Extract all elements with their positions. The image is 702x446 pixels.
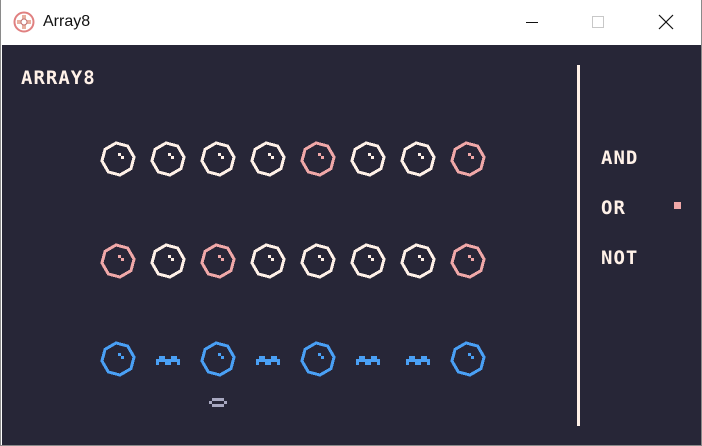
cell-grid <box>100 141 487 378</box>
output-bit-cell[interactable] <box>200 341 237 378</box>
operation-and[interactable]: AND <box>601 147 638 169</box>
maximize-button[interactable] <box>575 0 621 45</box>
output-wave-cell[interactable] <box>356 356 380 365</box>
maximize-icon <box>592 16 604 28</box>
operation-or[interactable]: OR <box>601 197 681 219</box>
minimize-button[interactable] <box>509 0 555 45</box>
input-bit-cell[interactable] <box>150 243 187 280</box>
operation-menu: AND OR NOT <box>601 147 681 269</box>
row-input-b <box>100 243 487 280</box>
output-bit-cell[interactable] <box>100 341 137 378</box>
input-bit-cell[interactable] <box>300 243 337 280</box>
input-bit-cell[interactable] <box>400 141 437 178</box>
output-wave-cell[interactable] <box>156 356 180 365</box>
input-bit-cell[interactable] <box>450 141 487 178</box>
minimize-icon <box>526 22 538 23</box>
input-bit-cell[interactable] <box>400 243 437 280</box>
input-bit-cell[interactable] <box>200 243 237 280</box>
column-cursor <box>209 398 227 407</box>
output-bit-cell[interactable] <box>450 341 487 378</box>
game-canvas[interactable]: ARRAY8 AND OR NOT <box>2 45 701 445</box>
close-button[interactable] <box>643 0 689 45</box>
app-window: Array8 ARRAY8 AND OR NOT <box>0 0 702 446</box>
input-bit-cell[interactable] <box>300 141 337 178</box>
game-heading: ARRAY8 <box>21 67 96 89</box>
title-bar[interactable]: Array8 <box>1 0 701 45</box>
selection-marker <box>674 202 681 209</box>
input-bit-cell[interactable] <box>100 243 137 280</box>
operation-not[interactable]: NOT <box>601 247 638 269</box>
input-bit-cell[interactable] <box>350 141 387 178</box>
operation-label: OR <box>601 197 626 219</box>
input-bit-cell[interactable] <box>200 141 237 178</box>
pico8-cart-icon <box>13 11 35 33</box>
window-title: Array8 <box>43 13 91 30</box>
row-input-a <box>100 141 487 178</box>
input-bit-cell[interactable] <box>350 243 387 280</box>
input-bit-cell[interactable] <box>100 141 137 178</box>
game-scene[interactable]: ARRAY8 AND OR NOT <box>2 45 701 445</box>
panel-divider <box>577 65 580 426</box>
input-bit-cell[interactable] <box>150 141 187 178</box>
input-bit-cell[interactable] <box>250 243 287 280</box>
output-wave-cell[interactable] <box>406 356 430 365</box>
row-output <box>100 341 487 378</box>
input-bit-cell[interactable] <box>450 243 487 280</box>
close-icon <box>658 14 674 30</box>
output-wave-cell[interactable] <box>256 356 280 365</box>
output-bit-cell[interactable] <box>300 341 337 378</box>
input-bit-cell[interactable] <box>250 141 287 178</box>
cursor-layer <box>209 398 227 407</box>
operation-label: AND <box>601 147 638 169</box>
operation-label: NOT <box>601 247 638 269</box>
